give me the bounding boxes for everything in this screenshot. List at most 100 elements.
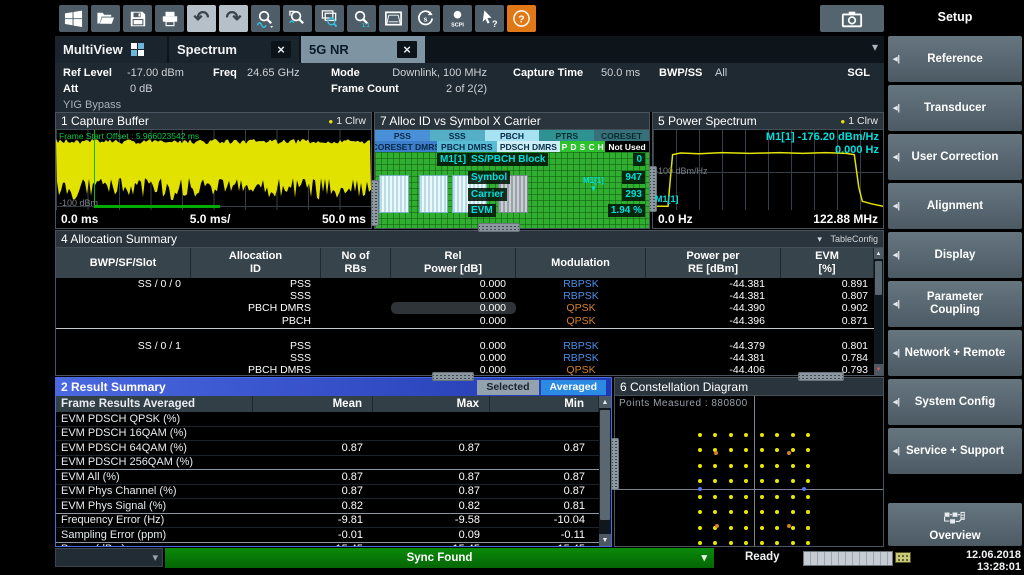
open-file-button[interactable] bbox=[91, 5, 120, 32]
save-button[interactable] bbox=[123, 5, 152, 32]
scroll-up-icon[interactable] bbox=[874, 248, 883, 259]
context-help-button[interactable]: ? bbox=[475, 5, 504, 32]
overview-button[interactable]: Overview bbox=[888, 503, 1022, 546]
constellation-point bbox=[806, 495, 810, 499]
result-row[interactable]: Sampling Error (ppm)-0.010.09-0.11 bbox=[56, 528, 599, 543]
allocation-row[interactable]: SS / 0 / 1PSS0.000RBPSK-44.3790.801 bbox=[56, 340, 874, 352]
column-header[interactable]: RelPower [dB] bbox=[391, 248, 516, 278]
frame-start-marker bbox=[94, 130, 95, 208]
redo-button[interactable]: ↷ bbox=[219, 5, 248, 32]
att-label[interactable]: Att bbox=[63, 83, 78, 95]
keyboard-icon[interactable] bbox=[895, 552, 911, 563]
softkey-parameter-coupling[interactable]: Parameter Coupling bbox=[888, 281, 1022, 327]
alloc-map-titlebar[interactable]: 7 Alloc ID vs Symbol X Carrier bbox=[375, 113, 649, 130]
screenshot-button[interactable] bbox=[820, 5, 884, 32]
constellation-plot[interactable]: Points Measured : 880800 bbox=[615, 396, 883, 546]
result-row[interactable]: EVM PDSCH 64QAM (%)0.870.870.87 bbox=[56, 441, 599, 456]
scpi-recorder-button[interactable]: SCPI bbox=[443, 5, 472, 32]
column-header[interactable]: Modulation bbox=[516, 248, 646, 278]
zoom-graph-button[interactable] bbox=[251, 5, 280, 32]
close-spectrum-icon[interactable]: × bbox=[271, 41, 291, 58]
allocation-row[interactable]: SSS0.000RBPSK-44.3810.807 bbox=[56, 290, 874, 302]
mode-value[interactable]: Downlink, 100 MHz bbox=[385, 67, 487, 79]
splitter-grip[interactable] bbox=[371, 180, 379, 226]
mode-label[interactable]: Mode bbox=[331, 67, 360, 79]
softkey-network-remote[interactable]: Network + Remote bbox=[888, 330, 1022, 376]
column-header[interactable]: AllocationID bbox=[191, 248, 321, 278]
column-header[interactable]: Power perRE [dBm] bbox=[646, 248, 781, 278]
sync-status-bar[interactable]: Sync Found bbox=[165, 548, 714, 568]
result-row[interactable]: Power (dBm)-15.45-15.45-15.45 bbox=[56, 543, 599, 547]
result-row[interactable]: EVM PDSCH 16QAM (%) bbox=[56, 427, 599, 442]
allocation-row[interactable]: PBCH DMRS0.000QPSK-44.3900.902 bbox=[56, 302, 874, 314]
scroll-up-icon[interactable] bbox=[599, 396, 611, 408]
frame-count-value[interactable]: 2 of 2(2) bbox=[385, 83, 487, 95]
allocation-row[interactable]: PBCH0.000QPSK-44.3960.871 bbox=[56, 315, 874, 327]
capture-time-value[interactable]: 50.0 ms bbox=[601, 67, 640, 79]
power-spectrum-titlebar[interactable]: 5 Power Spectrum 1 Clrw bbox=[653, 113, 883, 130]
zoom-1-1-button[interactable]: 1:1 bbox=[347, 5, 376, 32]
capture-time-label[interactable]: Capture Time bbox=[513, 67, 583, 79]
column-header[interactable]: BWP/SF/Slot bbox=[56, 248, 191, 278]
splitter-grip[interactable] bbox=[611, 438, 619, 490]
result-row[interactable]: EVM All (%)0.870.870.87 bbox=[56, 470, 599, 485]
result-row[interactable]: EVM PDSCH 256QAM (%) bbox=[56, 456, 599, 471]
table-config-button[interactable]: TableConfig bbox=[817, 234, 878, 245]
freq-value[interactable]: 24.65 GHz bbox=[247, 67, 300, 79]
result-row[interactable]: EVM PDSCH QPSK (%) bbox=[56, 412, 599, 427]
sequencer-button[interactable]: s bbox=[411, 5, 440, 32]
softkey-transducer[interactable]: Transducer bbox=[888, 85, 1022, 131]
splitter-grip[interactable] bbox=[798, 372, 844, 381]
softkey-alignment[interactable]: Alignment bbox=[888, 183, 1022, 229]
scroll-thumb[interactable] bbox=[600, 410, 610, 520]
tab-selected[interactable]: Selected bbox=[477, 380, 538, 395]
tab-5g-nr[interactable]: 5G NR × bbox=[301, 36, 425, 63]
tab-list-dropdown-icon[interactable] bbox=[872, 40, 878, 54]
att-value[interactable]: 0 dB bbox=[130, 83, 153, 95]
ref-level-value[interactable]: -17.00 dBm bbox=[127, 67, 184, 79]
ref-level-label[interactable]: Ref Level bbox=[63, 67, 112, 79]
freq-label[interactable]: Freq bbox=[213, 67, 237, 79]
scroll-thumb[interactable] bbox=[875, 261, 882, 295]
display-frame-button[interactable] bbox=[379, 5, 408, 32]
column-header[interactable]: EVM[%] bbox=[781, 248, 874, 278]
splitter-grip[interactable] bbox=[478, 223, 520, 232]
constellation-point bbox=[806, 448, 810, 452]
softkey-system-config[interactable]: System Config bbox=[888, 379, 1022, 425]
help-button[interactable]: ? bbox=[507, 5, 536, 32]
close-5g-nr-icon[interactable]: × bbox=[397, 41, 417, 58]
multi-window-zoom-button[interactable] bbox=[315, 5, 344, 32]
scroll-down-icon[interactable] bbox=[599, 534, 611, 546]
softkey-user-correction[interactable]: User Correction bbox=[888, 134, 1022, 180]
tab-averaged[interactable]: Averaged bbox=[541, 380, 606, 395]
allocation-row[interactable]: SSS0.000RBPSK-44.3810.784 bbox=[56, 352, 874, 364]
tab-spectrum[interactable]: Spectrum × bbox=[169, 36, 299, 63]
result-scrollbar[interactable] bbox=[599, 396, 611, 546]
zoom-selection-button[interactable] bbox=[283, 5, 312, 32]
windows-menu-button[interactable] bbox=[59, 5, 88, 32]
print-button[interactable] bbox=[155, 5, 184, 32]
column-header[interactable]: No ofRBs bbox=[321, 248, 391, 278]
softkey-service-support[interactable]: Service + Support bbox=[888, 428, 1022, 474]
result-row[interactable]: EVM Phys Channel (%)0.870.870.87 bbox=[56, 485, 599, 500]
splitter-grip[interactable] bbox=[432, 372, 474, 381]
svg-text:?: ? bbox=[518, 14, 524, 25]
allocation-row[interactable]: SS / 0 / 0PSS0.000RBPSK-44.3810.891 bbox=[56, 278, 874, 290]
scroll-down-icon[interactable] bbox=[874, 364, 883, 375]
allocation-scrollbar[interactable] bbox=[874, 248, 883, 375]
bwp-ss-value[interactable]: All bbox=[715, 67, 727, 79]
bwp-ss-label[interactable]: BWP/SS bbox=[659, 67, 702, 79]
result-row[interactable]: EVM Phys Signal (%)0.820.820.81 bbox=[56, 499, 599, 514]
allocation-summary-titlebar[interactable]: 4 Allocation Summary TableConfig bbox=[56, 231, 883, 248]
tab-multiview[interactable]: MultiView bbox=[55, 36, 167, 63]
result-summary-titlebar[interactable]: 2 Result Summary Selected Averaged bbox=[56, 378, 611, 396]
status-dropdown[interactable] bbox=[55, 548, 163, 567]
undo-button[interactable]: ↶ bbox=[187, 5, 216, 32]
capture-buffer-titlebar[interactable]: 1 Capture Buffer 1 Clrw bbox=[56, 113, 371, 130]
result-row[interactable]: Frequency Error (Hz)-9.81-9.58-10.04 bbox=[56, 514, 599, 529]
power-spectrum-plot[interactable]: M1[1] -176.20 dBm/Hz 0.000 Hz -100 dBm/H… bbox=[653, 130, 883, 212]
capture-buffer-plot[interactable]: Frame Start Offset : 5.966023542 ms -100… bbox=[56, 130, 371, 212]
softkey-display[interactable]: Display bbox=[888, 232, 1022, 278]
alloc-map-plot[interactable]: M1[1]SS/PBCH Block0Symbol947Carrier293EV… bbox=[375, 152, 649, 228]
softkey-reference[interactable]: Reference bbox=[888, 36, 1022, 82]
